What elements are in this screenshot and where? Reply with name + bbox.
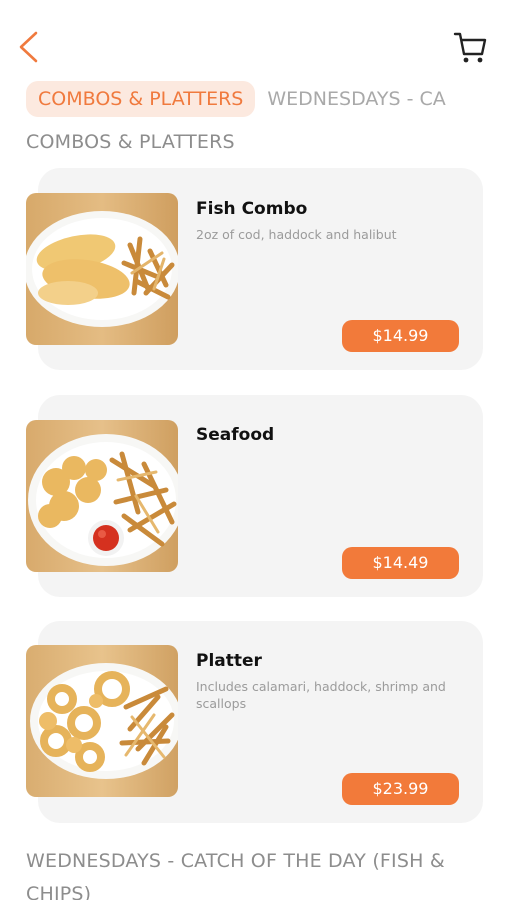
item-description: Includes calamari, haddock, shrimp and s… [196,679,446,711]
item-description: 2oz of cod, haddock and halibut [196,227,397,242]
top-bar [0,0,507,80]
cart-icon [453,32,487,63]
price-button[interactable]: $14.99 [342,320,459,352]
back-button[interactable] [14,28,46,66]
section-title: COMBOS & PLATTERS [26,131,235,153]
food-image [26,420,178,572]
section-title: WEDNESDAYS - CATCH OF THE DAY (FISH & CH… [26,850,445,900]
tab-wednesdays[interactable]: WEDNESDAYS - CA [267,81,445,117]
food-image [26,645,178,797]
food-image [26,193,178,345]
price-button[interactable]: $14.49 [342,547,459,579]
cart-button[interactable] [452,28,488,66]
chevron-left-icon [19,31,38,63]
category-tabs: COMBOS & PLATTERS WEDNESDAYS - CA [26,81,507,117]
item-name: Fish Combo [196,199,308,219]
tab-combos-platters[interactable]: COMBOS & PLATTERS [26,81,256,117]
price-button[interactable]: $23.99 [342,773,459,805]
item-name: Seafood [196,425,275,445]
item-name: Platter [196,651,262,671]
